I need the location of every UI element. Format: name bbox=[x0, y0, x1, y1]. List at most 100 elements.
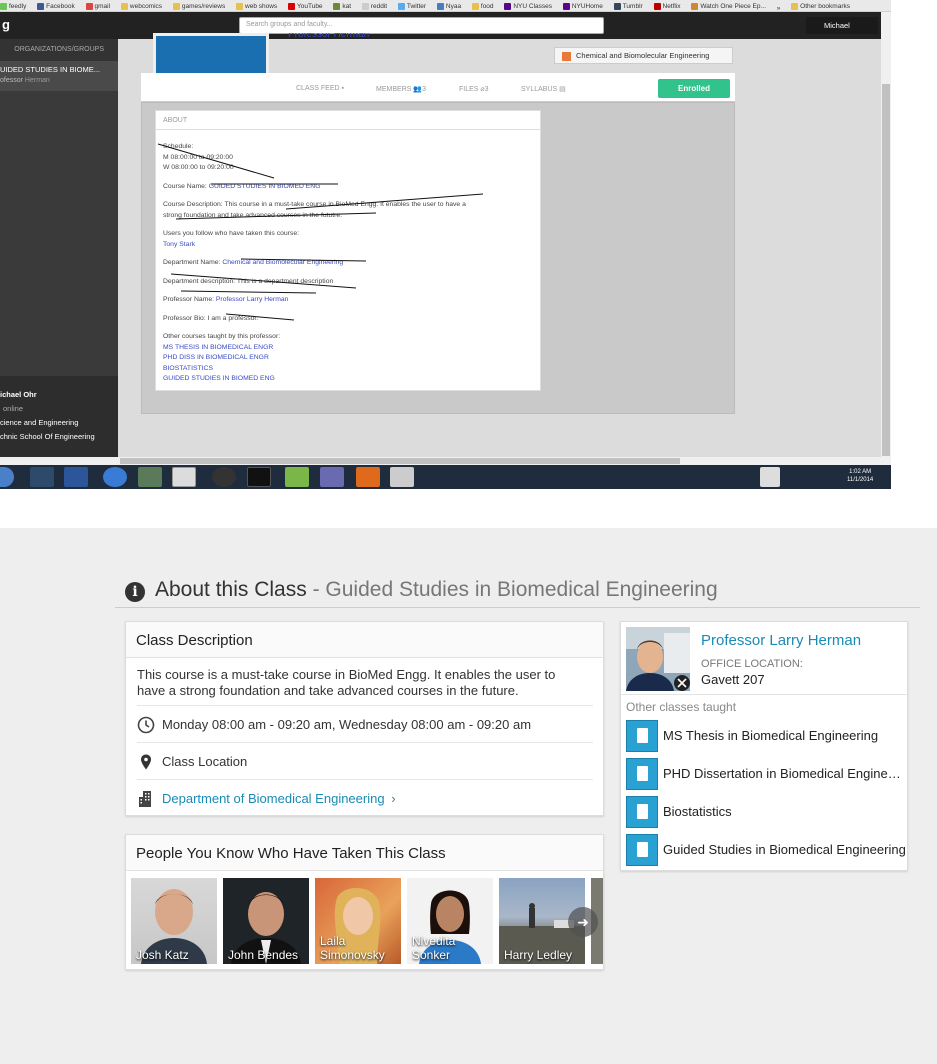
bookmark-youtube[interactable]: YouTube bbox=[288, 0, 323, 11]
sidebar: ORGANIZATIONS/GROUPS UIDED STUDIES IN BI… bbox=[0, 39, 118, 457]
section-title: i About this Class - Guided Studies in B… bbox=[125, 578, 718, 602]
bookmark-netflix[interactable]: Netflix bbox=[653, 0, 681, 11]
bookmark-kat[interactable]: kat bbox=[333, 0, 351, 11]
bookmark-tumblr[interactable]: Tumblr bbox=[613, 0, 643, 11]
app-logo[interactable]: g bbox=[2, 17, 10, 32]
paint-taskbar-icon[interactable] bbox=[30, 467, 54, 487]
tab-members[interactable]: MEMBERS 👥3 bbox=[376, 85, 426, 93]
bookmark-facebook[interactable]: Facebook bbox=[37, 0, 75, 11]
chrome-taskbar-icon[interactable] bbox=[172, 467, 196, 487]
class-description-text: This course is a must-take course in Bio… bbox=[137, 667, 556, 698]
person-tile[interactable]: Nivedita Sonker bbox=[407, 878, 493, 964]
bookmark-feedly[interactable]: feedly bbox=[0, 0, 26, 11]
vertical-scrollbar[interactable] bbox=[881, 12, 891, 457]
professor-avatar[interactable] bbox=[626, 627, 690, 691]
sidebar-course-professor: ofessor Herman bbox=[0, 77, 50, 84]
building-icon bbox=[139, 791, 151, 807]
drive-taskbar-icon[interactable] bbox=[390, 467, 414, 487]
system-clock[interactable]: 1:02 AM 11/1/2014 bbox=[847, 468, 873, 484]
department-link[interactable]: Department of Biomedical Engineering bbox=[162, 791, 385, 806]
tab-class-feed[interactable]: CLASS FEED ▪ bbox=[296, 85, 344, 92]
sidebar-item-course[interactable]: UIDED STUDIES IN BIOME... ofessor Herman bbox=[0, 61, 118, 91]
globe-taskbar-icon[interactable] bbox=[212, 467, 236, 487]
location-row: Class Location bbox=[137, 742, 593, 779]
xampp-taskbar-icon[interactable] bbox=[356, 467, 380, 487]
word-taskbar-icon[interactable] bbox=[64, 467, 88, 487]
clock-icon bbox=[137, 716, 155, 734]
bookmarks-overflow-chevron[interactable]: » bbox=[777, 2, 781, 12]
course-page: Professor Herman Chemical and Biomolecul… bbox=[118, 33, 881, 457]
person-tile[interactable]: John Bendes bbox=[223, 878, 309, 964]
book-icon bbox=[626, 758, 658, 790]
sidebar-section-header: ORGANIZATIONS/GROUPS bbox=[0, 39, 118, 61]
windows-taskbar: 1:02 AM 11/1/2014 bbox=[0, 465, 891, 489]
start-button[interactable] bbox=[0, 467, 14, 487]
bookmark-twitter[interactable]: Twitter bbox=[397, 0, 426, 11]
book-icon bbox=[626, 834, 658, 866]
person-name: John Bendes bbox=[228, 948, 299, 962]
about-class-section: i About this Class - Guided Studies in B… bbox=[0, 528, 937, 1064]
bookmark-games[interactable]: games/reviews bbox=[172, 0, 225, 11]
department-row[interactable]: Department of Biomedical Engineering › bbox=[137, 779, 593, 816]
bookmark-webcomics[interactable]: webcomics bbox=[120, 0, 162, 11]
other-class-item[interactable]: MS Thesis in Biomedical Engineering bbox=[626, 720, 906, 752]
bookmark-other[interactable]: Other bookmarks bbox=[791, 0, 850, 11]
professor-card: Professor Larry Herman OFFICE LOCATION: … bbox=[620, 621, 908, 871]
user-menu[interactable]: Michael bbox=[806, 17, 878, 34]
person-name: Harry Ledley bbox=[504, 948, 573, 962]
notepad-taskbar-icon[interactable] bbox=[285, 467, 309, 487]
enrolled-button[interactable]: Enrolled bbox=[658, 79, 730, 98]
terminal-taskbar-icon[interactable] bbox=[247, 467, 271, 487]
department-chip[interactable]: Chemical and Biomolecular Engineering bbox=[554, 47, 733, 64]
book-icon bbox=[626, 720, 658, 752]
other-class-item[interactable]: PHD Dissertation in Biomedical Engineeri… bbox=[626, 758, 906, 790]
browser-screenshot: feedly Facebook gmail webcomics games/re… bbox=[0, 0, 891, 489]
profile-name: ichael Ohr bbox=[0, 390, 37, 399]
document-icon: ▤ bbox=[559, 86, 566, 93]
horizontal-scrollbar[interactable] bbox=[0, 457, 891, 465]
card-header: Class Description bbox=[126, 622, 603, 658]
office-location-label: OFFICE LOCATION: bbox=[701, 658, 803, 670]
bookmark-one-piece[interactable]: Watch One Piece Ep... bbox=[691, 0, 766, 11]
bookmark-webshows[interactable]: web shows bbox=[236, 0, 277, 11]
itunes-taskbar-icon[interactable] bbox=[103, 467, 127, 487]
card-header: People You Know Who Have Taken This Clas… bbox=[126, 835, 603, 871]
book-icon bbox=[626, 796, 658, 828]
map-pin-icon bbox=[141, 754, 151, 770]
tab-files[interactable]: FILES ⌀3 bbox=[459, 85, 489, 93]
person-name: Laila Simonovsky bbox=[320, 934, 385, 962]
profile-status: online bbox=[3, 404, 24, 413]
horizontal-scroll-thumb[interactable] bbox=[120, 458, 680, 464]
bookmark-gmail[interactable]: gmail bbox=[85, 0, 110, 11]
strikethrough-annotations bbox=[157, 143, 484, 321]
search-input[interactable]: Search groups and faculty... bbox=[239, 17, 604, 34]
person-tile[interactable]: Laila Simonovsky bbox=[315, 878, 401, 964]
professor-photo bbox=[626, 627, 690, 691]
professor-name-link[interactable]: Professor Larry Herman bbox=[701, 632, 861, 649]
other-class-title: Biostatistics bbox=[663, 804, 732, 819]
vertical-scroll-thumb[interactable] bbox=[882, 84, 890, 456]
bookmark-reddit[interactable]: reddit bbox=[361, 0, 387, 11]
other-class-title: MS Thesis in Biomedical Engineering bbox=[663, 728, 879, 743]
notification-icon[interactable] bbox=[760, 467, 780, 487]
class-name: Guided Studies in Biomedical Engineering bbox=[325, 578, 718, 601]
person-name: Nivedita Sonker bbox=[412, 934, 456, 962]
arrow-right-icon[interactable]: ➜ bbox=[568, 907, 598, 937]
bookmark-nyu-classes[interactable]: NYU Classes bbox=[504, 0, 552, 11]
other-classes-label: Other classes taught bbox=[626, 700, 737, 714]
bookmark-nyaa[interactable]: Nyaa bbox=[436, 0, 461, 11]
other-class-item[interactable]: Guided Studies in Biomedical Engineering bbox=[626, 834, 906, 866]
sidebar-course-title: UIDED STUDIES IN BIOME... bbox=[0, 65, 101, 74]
sidebar-profile[interactable]: ichael Ohr online cience and Engineering… bbox=[0, 376, 118, 457]
other-class-item[interactable]: Biostatistics bbox=[626, 796, 906, 828]
php-taskbar-icon[interactable] bbox=[320, 467, 344, 487]
bookmark-food[interactable]: food bbox=[471, 0, 494, 11]
bookmark-nyuhome[interactable]: NYUHome bbox=[562, 0, 603, 11]
tab-syllabus[interactable]: SYLLABUS ▤ bbox=[521, 85, 566, 93]
comment-icon: ▪ bbox=[341, 85, 345, 92]
other-class-title: Guided Studies in Biomedical Engineering bbox=[663, 842, 906, 857]
professor-name-partial[interactable]: Professor Herman bbox=[288, 33, 369, 41]
person-tile[interactable]: Josh Katz bbox=[131, 878, 217, 964]
app-taskbar-icon[interactable] bbox=[138, 467, 162, 487]
location-text: Class Location bbox=[162, 754, 248, 769]
